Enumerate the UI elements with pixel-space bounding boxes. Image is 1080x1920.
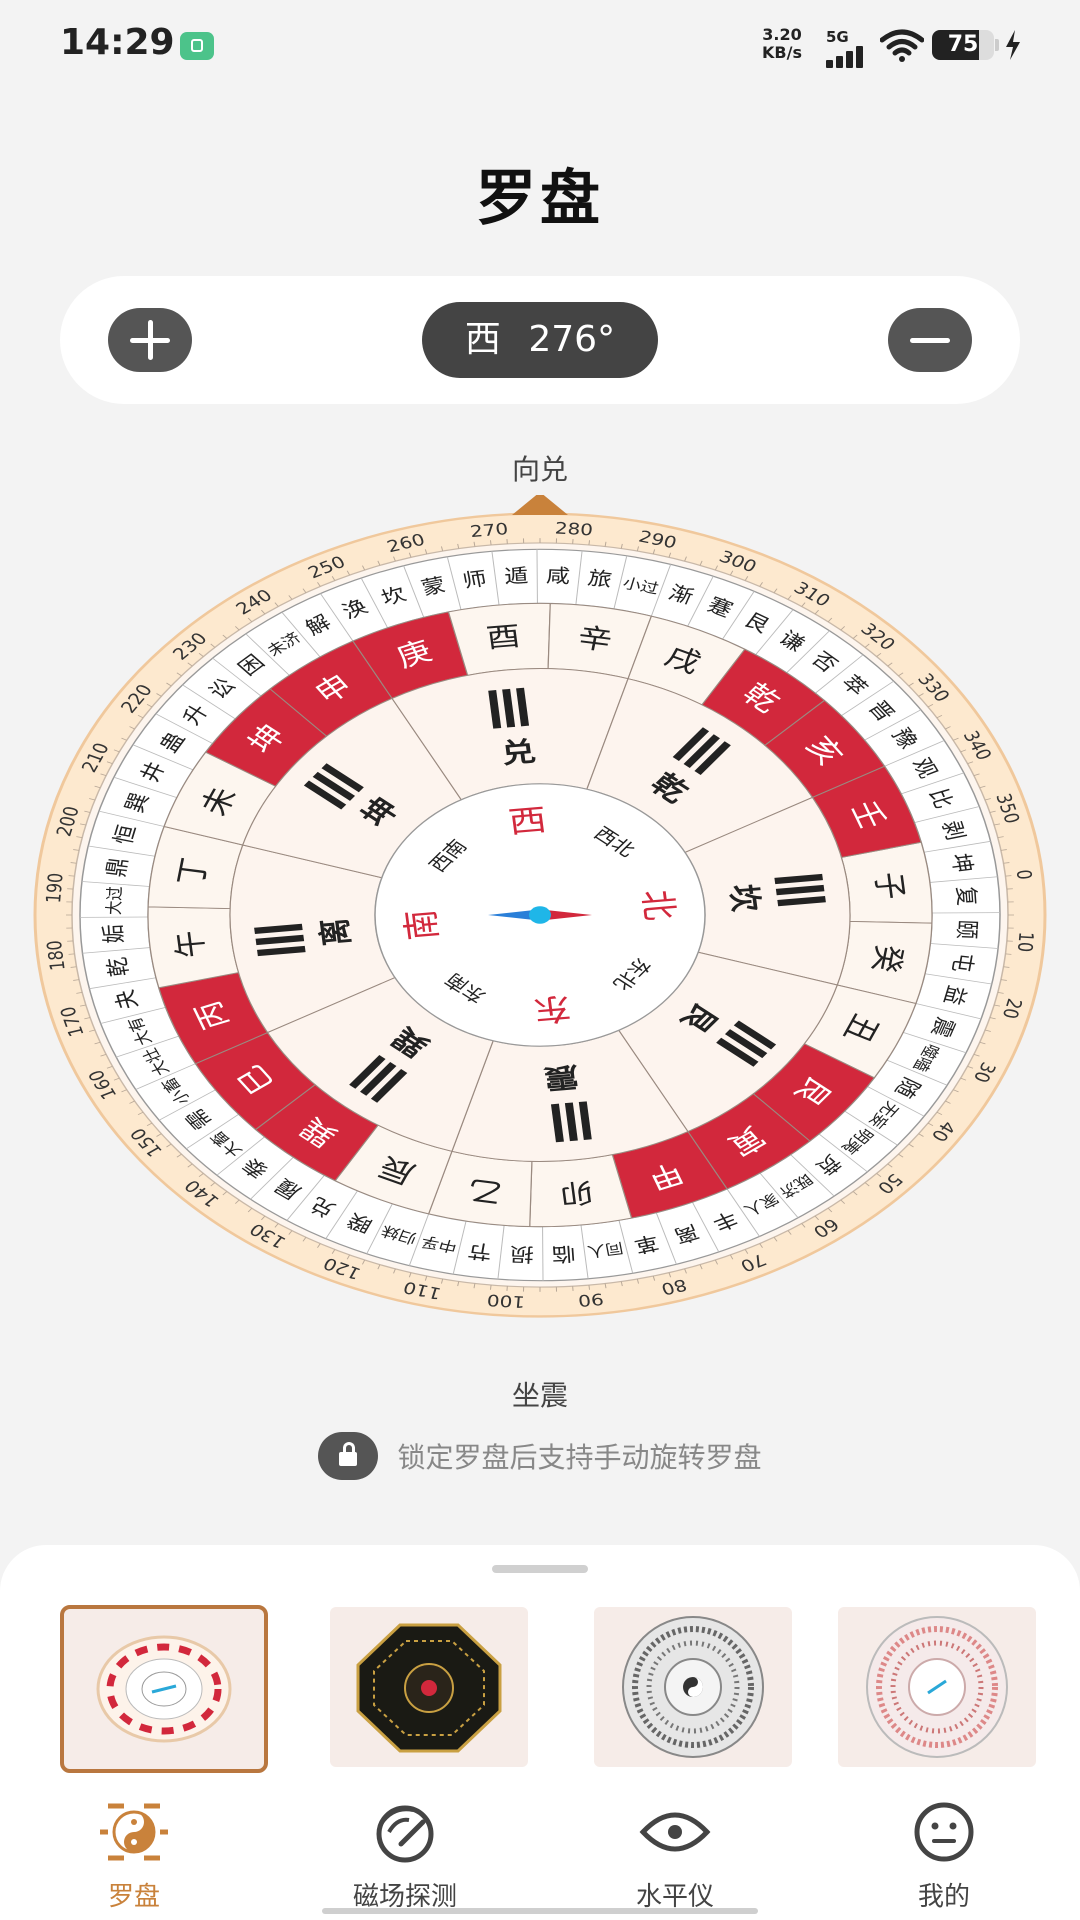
mountain-label: 午 bbox=[169, 929, 212, 959]
degree-label: 90 bbox=[577, 1289, 605, 1309]
hexagram-label: 旅 bbox=[586, 567, 614, 591]
yin-yang-icon bbox=[100, 1803, 168, 1861]
direction-label: 北 bbox=[633, 888, 681, 922]
hexagram-label: 鼎 bbox=[103, 857, 134, 879]
degree-label: 280 bbox=[554, 519, 594, 540]
mountain-label: 卯 bbox=[558, 1175, 596, 1209]
mountain-label: 癸 bbox=[864, 943, 909, 975]
mountain-label: 丁 bbox=[171, 856, 216, 888]
degree-tick bbox=[489, 540, 492, 546]
degree-label: 270 bbox=[469, 520, 509, 542]
style-thumb-gray-compass[interactable] bbox=[594, 1607, 792, 1767]
wifi-icon bbox=[880, 29, 924, 62]
direction-label: 东 bbox=[531, 989, 573, 1027]
compass-dial[interactable]: 0102030405060708090100110120130140150160… bbox=[30, 495, 1050, 1335]
nav-item-magnetic-field[interactable]: 磁场探测 bbox=[305, 1800, 505, 1913]
lock-hint-text: 锁定罗盘后支持手动旋转罗盘 bbox=[397, 1441, 762, 1474]
degree-tick bbox=[588, 540, 591, 546]
status-time: 14:29 bbox=[60, 22, 175, 63]
luopan-compass[interactable]: 0 10 20 30 40 50 60 70 80 90 100 110 120 130 140 150 160… bbox=[30, 495, 1050, 1335]
pink-compass-icon bbox=[866, 1616, 1008, 1758]
mountain-label: 辛 bbox=[575, 622, 615, 658]
hexagram-label: 咸 bbox=[546, 565, 571, 588]
network-type: 5G bbox=[826, 28, 849, 46]
degree-label: 190 bbox=[42, 872, 68, 904]
nav-label-compass: 罗盘 bbox=[107, 1882, 160, 1912]
hexagram-label: 屯 bbox=[946, 952, 977, 974]
nav-label-profile: 我的 bbox=[917, 1882, 970, 1912]
degree-label: 0 bbox=[1011, 869, 1035, 881]
zoom-in-button[interactable] bbox=[108, 308, 192, 372]
nav-item-profile[interactable]: 我的 bbox=[844, 1800, 1044, 1913]
degree-label: 10 bbox=[1012, 931, 1037, 952]
battery-icon: 75 bbox=[932, 30, 994, 60]
trigram-name: 兑 bbox=[500, 736, 538, 770]
trigram-symbol bbox=[550, 1101, 592, 1143]
sitting-label: 坐震 bbox=[511, 1379, 568, 1412]
unlock-icon[interactable] bbox=[318, 1432, 379, 1480]
page-title: 罗盘 bbox=[476, 164, 604, 234]
degree-tick bbox=[588, 1284, 591, 1290]
level-icon bbox=[639, 1812, 711, 1852]
hexagram-label: 临 bbox=[551, 1242, 576, 1265]
heading-direction: 西 bbox=[464, 319, 501, 360]
style-thumb-classic-compass[interactable] bbox=[60, 1605, 268, 1773]
hexagram-label: 大过 bbox=[103, 886, 126, 915]
hexagram-label: 颐 bbox=[951, 919, 980, 939]
hexagram-label: 损 bbox=[509, 1242, 534, 1265]
trigram-symbol bbox=[774, 873, 826, 907]
mountain-label: 酉 bbox=[484, 620, 522, 654]
trigram-symbol bbox=[488, 687, 530, 729]
lock-hint: 锁定罗盘后支持手动旋转罗盘 bbox=[0, 1432, 1080, 1480]
network-speed: 3.20 KB/s bbox=[762, 26, 802, 62]
compass-control-bar: 西 276° bbox=[60, 276, 1020, 404]
trigram-name: 离 bbox=[315, 917, 358, 947]
style-thumb-pink-compass[interactable] bbox=[838, 1607, 1036, 1767]
direction-label: 西 bbox=[506, 803, 548, 841]
hexagram-label: 遁 bbox=[504, 565, 529, 588]
charging-icon bbox=[1006, 30, 1020, 60]
facing-pointer-icon bbox=[512, 495, 568, 515]
facing-label: 向兑 bbox=[511, 453, 568, 486]
sheet-drag-handle[interactable] bbox=[492, 1565, 588, 1573]
direction-label: 南 bbox=[399, 908, 447, 942]
heading-indicator: 西 276° bbox=[422, 302, 658, 378]
battery-level: 75 bbox=[947, 32, 979, 57]
trigram-symbol bbox=[254, 923, 306, 957]
hexagram-label: 坤 bbox=[945, 852, 976, 874]
hexagram-label: 节 bbox=[466, 1238, 494, 1262]
bagua-gold-compass-icon bbox=[356, 1623, 502, 1753]
net-speed-unit: KB/s bbox=[762, 43, 802, 62]
magnetic-field-icon bbox=[376, 1805, 434, 1863]
degree-tick bbox=[489, 1284, 492, 1290]
trigram-name: 坎 bbox=[722, 883, 765, 913]
degree-label: 180 bbox=[43, 939, 70, 971]
zoom-out-button[interactable] bbox=[888, 308, 972, 372]
nav-item-level[interactable]: 水平仪 bbox=[575, 1800, 775, 1913]
heading-degrees: 276° bbox=[528, 319, 616, 360]
degree-label: 100 bbox=[486, 1290, 526, 1311]
hexagram-label: 复 bbox=[951, 886, 980, 906]
status-bar: 14:29 3.20 KB/s 5G 75 bbox=[0, 0, 1080, 90]
battery-tip bbox=[995, 39, 999, 51]
style-thumb-bagua-gold-compass[interactable] bbox=[330, 1607, 528, 1767]
hexagram-label: 师 bbox=[461, 568, 489, 593]
trigram-name: 震 bbox=[542, 1060, 580, 1094]
classic-compass-icon bbox=[96, 1635, 232, 1743]
net-speed-value: 3.20 bbox=[762, 25, 802, 44]
bottom-navigation: 罗盘 磁场探测 水平仪 我的 bbox=[0, 1800, 1080, 1920]
app-notification-icon bbox=[180, 32, 214, 60]
gray-compass-icon bbox=[622, 1616, 764, 1758]
hexagram-label: 乾 bbox=[104, 956, 135, 978]
mountain-label: 乙 bbox=[465, 1173, 505, 1209]
nav-item-compass[interactable]: 罗盘 bbox=[34, 1800, 234, 1913]
home-indicator bbox=[322, 1908, 758, 1914]
mountain-label: 子 bbox=[867, 871, 910, 901]
profile-icon bbox=[914, 1802, 974, 1862]
hexagram-label: 姤 bbox=[100, 924, 129, 944]
